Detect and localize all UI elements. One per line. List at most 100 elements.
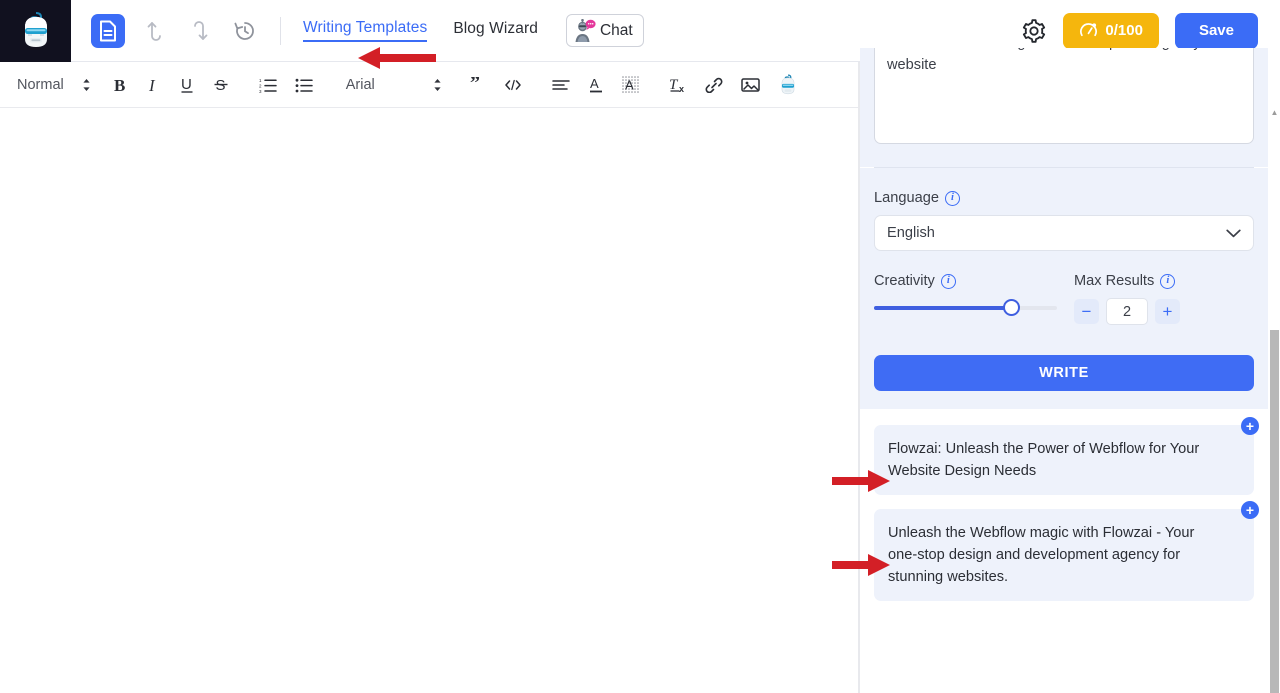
chevron-down-icon bbox=[1226, 229, 1241, 237]
info-icon[interactable]: i bbox=[1160, 273, 1176, 289]
info-icon[interactable]: i bbox=[944, 190, 960, 206]
svg-text:3: 3 bbox=[259, 89, 262, 93]
underline-icon: U bbox=[181, 76, 193, 93]
font-family-stepper[interactable] bbox=[433, 73, 442, 97]
text-color-icon: A bbox=[589, 76, 602, 93]
document-button[interactable] bbox=[91, 13, 125, 48]
undo-arrow-icon bbox=[147, 21, 161, 41]
tab-blog-wizard[interactable]: Blog Wizard bbox=[453, 20, 538, 41]
result-card[interactable]: + Flowzai: Unleash the Power of Webflow … bbox=[874, 417, 1259, 495]
scroll-up-arrow-icon[interactable]: ▲ bbox=[1270, 108, 1279, 117]
svg-text:2: 2 bbox=[259, 83, 262, 88]
result-text: Unleash the Webflow magic with Flowzai -… bbox=[888, 525, 1195, 585]
ordered-list-button[interactable]: 1 2 3 bbox=[259, 73, 277, 97]
ordered-list-icon: 1 2 3 bbox=[259, 78, 277, 93]
history-clock-icon bbox=[234, 21, 254, 40]
history-button[interactable] bbox=[230, 16, 260, 46]
code-button[interactable] bbox=[504, 73, 522, 97]
write-button[interactable]: WRITE bbox=[874, 355, 1254, 391]
result-card[interactable]: + Unleash the Webflow magic with Flowzai… bbox=[874, 501, 1259, 601]
blockquote-button[interactable]: ” bbox=[470, 73, 486, 97]
document-icon bbox=[100, 20, 116, 41]
language-select[interactable]: English bbox=[874, 215, 1254, 251]
strikethrough-button[interactable]: S bbox=[213, 73, 229, 97]
tab-writing-templates[interactable]: Writing Templates bbox=[303, 19, 428, 42]
max-results-stepper: − 2 + bbox=[1074, 298, 1180, 325]
creativity-control: Creativity i bbox=[874, 273, 1074, 325]
chevron-updown-icon bbox=[434, 78, 441, 91]
speedometer-icon bbox=[1080, 23, 1098, 37]
clear-formatting-icon: T x bbox=[669, 77, 684, 94]
svg-text:S: S bbox=[215, 77, 225, 94]
write-section: WRITE bbox=[860, 333, 1268, 409]
slider-thumb[interactable] bbox=[1003, 299, 1020, 316]
chevron-updown-icon bbox=[83, 78, 90, 91]
creativity-slider[interactable] bbox=[874, 299, 1057, 317]
language-label: Language bbox=[874, 190, 939, 206]
language-section: Language i English bbox=[860, 168, 1268, 273]
underline-button[interactable]: U bbox=[179, 73, 195, 97]
robot-head-logo bbox=[24, 11, 47, 47]
undo-button[interactable] bbox=[140, 16, 170, 46]
font-family-value: Arial bbox=[345, 76, 375, 93]
highlight-color-icon: A bbox=[621, 76, 639, 93]
block-style-value: Normal bbox=[17, 76, 64, 93]
template-settings-panel: Language i English Creativity i bbox=[860, 48, 1268, 693]
font-family-select[interactable]: Arial bbox=[346, 77, 375, 93]
svg-text:B: B bbox=[114, 76, 125, 94]
editor-toolbar: Normal B I U S 1 2 3 Arial ” A A T x bbox=[0, 62, 858, 108]
scrollbar-thumb[interactable] bbox=[1270, 330, 1279, 693]
results-list: + Flowzai: Unleash the Power of Webflow … bbox=[860, 409, 1268, 601]
app-logo[interactable] bbox=[0, 0, 71, 62]
document-editor-canvas[interactable] bbox=[0, 108, 858, 693]
align-button[interactable] bbox=[552, 73, 570, 97]
svg-text:U: U bbox=[181, 76, 192, 93]
insert-image-icon bbox=[741, 77, 760, 92]
max-results-label-row: Max Results i bbox=[1074, 273, 1180, 289]
svg-text:1: 1 bbox=[259, 78, 262, 83]
panel-scrollbar[interactable]: ▲ bbox=[1268, 48, 1280, 693]
clear-formatting-button[interactable]: T x bbox=[669, 73, 687, 97]
increment-button[interactable]: + bbox=[1155, 299, 1180, 324]
app-root: Writing Templates Blog Wizard Chat 0/100… bbox=[0, 0, 1280, 693]
settings-button[interactable] bbox=[1021, 18, 1047, 44]
prompt-field-wrap bbox=[860, 48, 1268, 167]
svg-text:x: x bbox=[679, 84, 684, 94]
align-left-icon bbox=[552, 79, 570, 90]
svg-text:A: A bbox=[625, 78, 634, 93]
bold-button[interactable]: B bbox=[113, 73, 129, 97]
plus-circle-icon[interactable]: + bbox=[1241, 417, 1259, 435]
save-button[interactable]: Save bbox=[1174, 12, 1258, 49]
link-icon bbox=[705, 77, 723, 93]
bullet-list-icon bbox=[295, 78, 313, 92]
max-results-value[interactable]: 2 bbox=[1106, 298, 1148, 325]
bullet-list-button[interactable] bbox=[295, 73, 313, 97]
italic-icon: I bbox=[148, 76, 156, 94]
creativity-maxresults-row: Creativity i Max Results i − 2 + bbox=[860, 273, 1268, 333]
plus-circle-icon[interactable]: + bbox=[1241, 501, 1259, 519]
header-divider bbox=[280, 16, 281, 45]
header-actions: 0/100 Save bbox=[1021, 12, 1280, 49]
credits-button[interactable]: 0/100 bbox=[1063, 12, 1159, 49]
block-style-select[interactable]: Normal bbox=[17, 77, 91, 93]
link-button[interactable] bbox=[705, 73, 723, 97]
text-color-button[interactable]: A bbox=[588, 73, 604, 97]
max-results-label: Max Results bbox=[1074, 273, 1155, 289]
credits-label: 0/100 bbox=[1105, 22, 1143, 39]
gear-icon bbox=[1023, 18, 1046, 43]
info-icon[interactable]: i bbox=[940, 273, 956, 289]
blockquote-icon: ” bbox=[470, 77, 480, 93]
ai-assist-button[interactable] bbox=[778, 73, 798, 97]
chat-button[interactable]: Chat bbox=[565, 14, 644, 47]
code-block-icon bbox=[505, 79, 521, 90]
prompt-input[interactable] bbox=[874, 48, 1254, 144]
italic-button[interactable]: I bbox=[147, 73, 161, 97]
bold-icon: B bbox=[114, 76, 125, 94]
creativity-label-row: Creativity i bbox=[874, 273, 1074, 289]
decrement-button[interactable]: − bbox=[1074, 299, 1099, 324]
speech-bubble-badge bbox=[585, 19, 596, 30]
chat-label: Chat bbox=[599, 21, 633, 39]
highlight-color-button[interactable]: A bbox=[621, 73, 639, 97]
insert-image-button[interactable] bbox=[741, 73, 760, 97]
redo-button[interactable] bbox=[185, 16, 215, 46]
